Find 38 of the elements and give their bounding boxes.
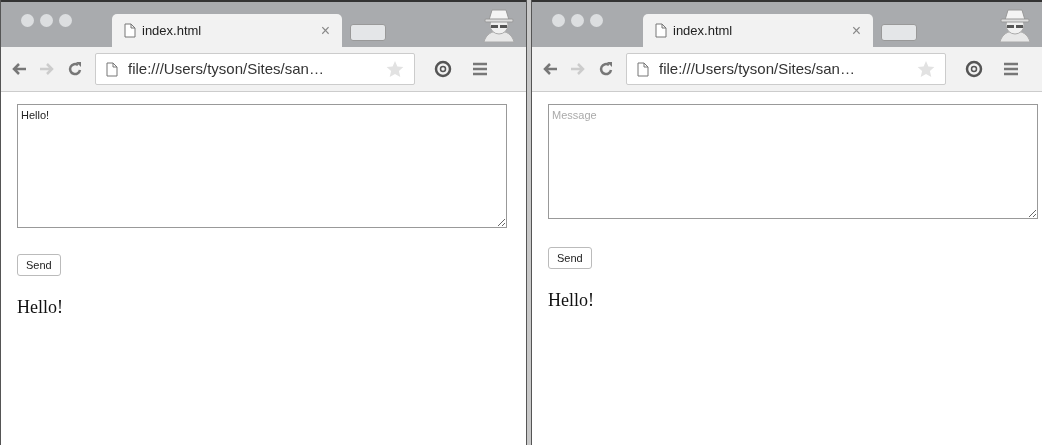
output-text: Hello! — [17, 296, 63, 319]
menu-icon[interactable] — [473, 62, 487, 76]
star-icon[interactable] — [386, 60, 404, 78]
window-control[interactable] — [571, 14, 584, 27]
forward-icon[interactable] — [570, 62, 586, 76]
tab-title: index.html — [142, 21, 202, 40]
window-control[interactable] — [40, 14, 53, 27]
url-text: file:///Users/tyson/Sites/san… — [659, 58, 855, 79]
browser-tab[interactable]: index.html × — [643, 14, 873, 47]
address-bar[interactable]: file:///Users/tyson/Sites/san… — [95, 53, 415, 85]
tab-title: index.html — [673, 21, 733, 40]
message-field[interactable]: Hello! — [17, 104, 507, 228]
window-control[interactable] — [590, 14, 603, 27]
reload-icon[interactable] — [598, 61, 614, 77]
browser-tab[interactable]: index.html × — [112, 14, 342, 47]
incognito-icon — [482, 8, 516, 44]
reload-icon[interactable] — [67, 61, 83, 77]
output-text: Hello! — [548, 289, 594, 312]
send-button[interactable]: Send — [548, 247, 592, 269]
window-control[interactable] — [552, 14, 565, 27]
new-tab-button[interactable] — [881, 24, 917, 41]
page-icon — [637, 61, 649, 77]
window-control[interactable] — [59, 14, 72, 27]
incognito-icon — [998, 8, 1032, 44]
star-icon[interactable] — [917, 60, 935, 78]
page-icon — [655, 23, 667, 38]
message-field[interactable]: Message — [548, 104, 1038, 219]
new-tab-button[interactable] — [350, 24, 386, 41]
window-control[interactable] — [21, 14, 34, 27]
menu-icon[interactable] — [1004, 62, 1018, 76]
send-button[interactable]: Send — [17, 254, 61, 276]
back-icon[interactable] — [542, 62, 558, 76]
page-icon — [124, 23, 136, 38]
address-bar[interactable]: file:///Users/tyson/Sites/san… — [626, 53, 946, 85]
url-text: file:///Users/tyson/Sites/san… — [128, 58, 324, 79]
forward-icon[interactable] — [39, 62, 55, 76]
back-icon[interactable] — [11, 62, 27, 76]
page-icon — [106, 61, 118, 77]
